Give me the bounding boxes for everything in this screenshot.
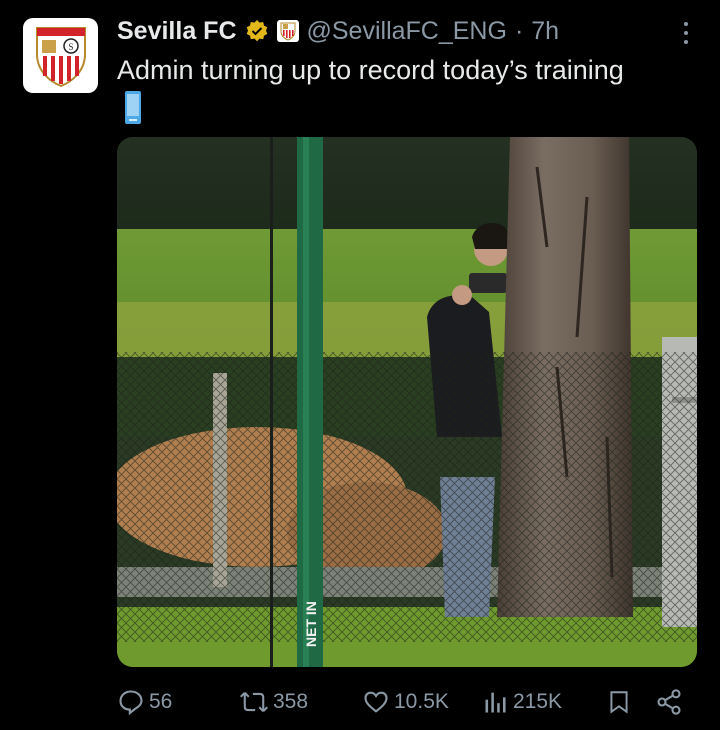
repost-button[interactable]: 358 bbox=[239, 682, 308, 722]
tweet-photo[interactable]: NET IN bbox=[117, 137, 697, 667]
verified-badge-icon bbox=[246, 20, 267, 42]
share-button[interactable] bbox=[655, 682, 683, 722]
like-button[interactable]: 10.5K bbox=[362, 682, 449, 722]
affiliate-badge-icon[interactable] bbox=[276, 20, 299, 42]
handle[interactable]: @SevillaFC_ENG bbox=[307, 17, 507, 46]
repost-count: 358 bbox=[273, 690, 309, 713]
reply-button[interactable]: 56 bbox=[117, 682, 172, 722]
action-bar: 56 358 10.5K 215K bbox=[117, 682, 690, 722]
repost-icon bbox=[239, 692, 269, 712]
like-count: 10.5K bbox=[394, 690, 449, 713]
timestamp[interactable]: 7h bbox=[531, 17, 559, 46]
tweet-header: Sevilla FC @SevillaFC_ENG · 7h bbox=[117, 14, 690, 48]
mobile-phone-icon bbox=[125, 91, 141, 124]
reply-count: 56 bbox=[149, 690, 173, 713]
share-icon bbox=[657, 689, 681, 715]
net-text: NET IN bbox=[303, 601, 319, 647]
sevilla-crest-icon: S bbox=[35, 26, 86, 87]
views-count: 215K bbox=[513, 690, 563, 713]
training-photo: NET IN bbox=[117, 137, 697, 667]
display-name[interactable]: Sevilla FC bbox=[117, 17, 237, 46]
avatar[interactable]: S bbox=[23, 18, 98, 93]
bookmark-button[interactable] bbox=[606, 682, 632, 722]
heart-icon bbox=[364, 691, 388, 713]
bookmark-icon bbox=[610, 691, 628, 714]
more-options-icon[interactable] bbox=[682, 22, 690, 46]
separator: · bbox=[514, 16, 524, 45]
svg-text:S: S bbox=[68, 42, 73, 52]
reply-icon bbox=[119, 690, 143, 716]
tweet-text: Admin turning up to record today’s train… bbox=[117, 55, 624, 85]
views-button[interactable]: 215K bbox=[483, 682, 562, 722]
views-icon bbox=[485, 692, 506, 713]
